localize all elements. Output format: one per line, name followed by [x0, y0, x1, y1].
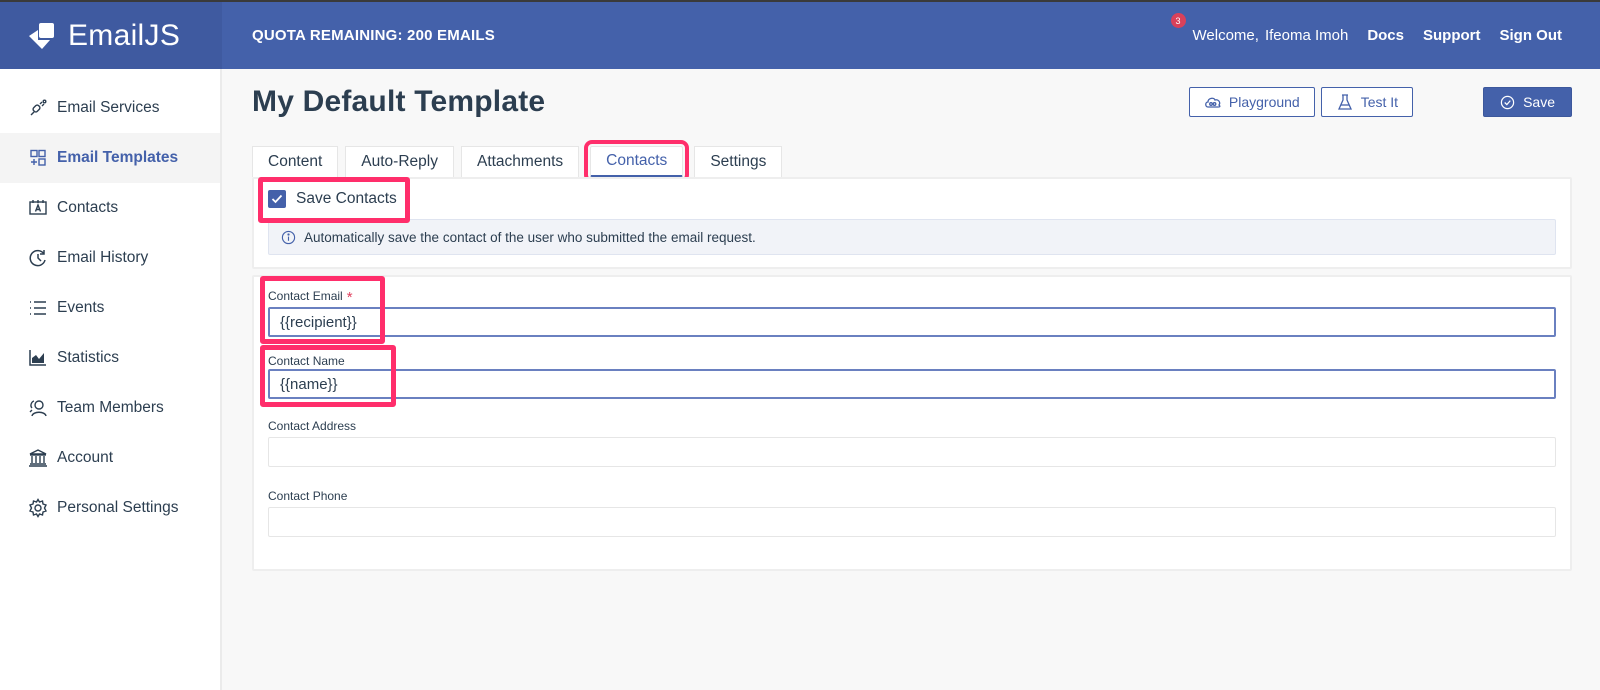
brand-logo[interactable]: EmailJS: [0, 2, 222, 69]
tab-contacts[interactable]: Contacts: [584, 140, 690, 183]
save-contacts-label: Save Contacts: [296, 190, 397, 207]
sidebar-item-label: Email Services: [57, 99, 160, 116]
contact-email-label: Contact Email *: [268, 289, 1556, 306]
sidebar-item-label: Statistics: [57, 349, 120, 366]
playground-label: Playground: [1228, 94, 1300, 110]
contact-address-label: Contact Address: [268, 419, 357, 433]
sidebar-item-label: Personal Settings: [57, 499, 179, 516]
sidebar-item-label: Team Members: [57, 399, 164, 416]
contacts-icon: [29, 200, 47, 215]
sidebar-item-label: Contacts: [57, 199, 119, 216]
required-marker: *: [346, 289, 353, 306]
contact-fields-panel: Contact Email* Contact Name Contact Addr…: [252, 275, 1572, 571]
main-content: My Default Template Playground Test It S…: [252, 69, 1572, 571]
contact-phone-field: Contact Phone: [268, 467, 1556, 537]
sidebar-item-label: Account: [57, 449, 114, 466]
sidebar-item-label: Events: [57, 299, 105, 316]
team-icon: [29, 400, 47, 417]
history-icon: [29, 249, 46, 267]
check-icon: [271, 194, 283, 204]
sidebar-item-personal-settings[interactable]: Personal Settings: [0, 483, 220, 533]
cloud-icon: [1204, 97, 1221, 108]
bank-icon: [29, 449, 47, 467]
support-link[interactable]: Support: [1423, 27, 1481, 44]
plug-icon: [30, 99, 47, 116]
contact-name-label: Contact Name: [268, 354, 345, 368]
contact-email-field: Contact Email *: [260, 276, 1556, 344]
flask-icon: [1337, 94, 1352, 110]
template-tabs: Content Auto-Reply Attachments Contacts …: [252, 140, 1572, 183]
sidebar-item-contacts[interactable]: Contacts: [0, 183, 220, 233]
sidebar-item-email-templates[interactable]: Email Templates: [0, 133, 220, 183]
save-label: Save: [1523, 94, 1555, 110]
sidebar-item-label: Email History: [57, 249, 149, 266]
contact-email-input[interactable]: [268, 307, 1556, 337]
test-it-button[interactable]: Test It: [1320, 87, 1414, 117]
tab-content[interactable]: Content: [252, 146, 339, 177]
sign-out-link[interactable]: Sign Out: [1500, 27, 1563, 44]
contact-name-field: Contact Name: [260, 337, 1556, 407]
contact-phone-label: Contact Phone: [268, 489, 348, 503]
emailjs-logo-icon: [29, 22, 54, 49]
save-button[interactable]: Save: [1483, 87, 1572, 117]
check-circle-icon: [1500, 95, 1515, 109]
templates-icon: [30, 149, 46, 166]
save-contacts-panel: Save Contacts Automatically save the con…: [252, 177, 1572, 269]
playground-button[interactable]: Playground: [1188, 87, 1315, 117]
save-contacts-checkbox[interactable]: [268, 190, 286, 208]
contact-address-input[interactable]: [268, 437, 1556, 467]
contact-phone-input[interactable]: [268, 507, 1556, 537]
info-banner: Automatically save the contact of the us…: [268, 219, 1556, 255]
notifications[interactable]: 3 Welcome, Ifeoma Imoh: [1170, 13, 1349, 44]
sidebar-item-email-history[interactable]: Email History: [0, 233, 220, 283]
sidebar-item-label: Email Templates: [57, 149, 179, 166]
sidebar-item-statistics[interactable]: Statistics: [0, 333, 220, 383]
welcome-text: Welcome, Ifeoma Imoh: [1193, 27, 1349, 44]
tab-settings[interactable]: Settings: [694, 146, 783, 177]
sidebar-item-email-services[interactable]: Email Services: [0, 83, 220, 133]
page-title: My Default Template: [252, 85, 546, 118]
contact-email-label-text: Contact Email: [268, 289, 343, 303]
tab-auto-reply[interactable]: Auto-Reply: [345, 146, 454, 177]
test-it-label: Test It: [1360, 94, 1399, 110]
brand-name: EmailJS: [68, 18, 181, 52]
sidebar-item-team-members[interactable]: Team Members: [0, 383, 220, 433]
top-header: EmailJS QUOTA REMAINING: 200 EMAILS 3 We…: [0, 2, 1600, 69]
notification-badge[interactable]: 3: [1170, 13, 1186, 28]
contact-name-input[interactable]: [268, 369, 1556, 399]
user-name: Ifeoma Imoh: [1264, 27, 1349, 44]
info-text: Automatically save the contact of the us…: [304, 229, 756, 245]
info-icon: [281, 230, 296, 244]
chart-icon: [29, 350, 46, 366]
contact-address-field: Contact Address: [268, 399, 1556, 467]
welcome-label: Welcome,: [1192, 27, 1259, 44]
sidebar-item-account[interactable]: Account: [0, 433, 220, 483]
tab-attachments[interactable]: Attachments: [460, 146, 580, 177]
sidebar: Email Services Email Templates Contacts …: [0, 69, 222, 690]
docs-link[interactable]: Docs: [1367, 27, 1404, 44]
list-icon: [30, 301, 46, 315]
gear-icon: [29, 498, 47, 518]
quota-remaining: QUOTA REMAINING: 200 EMAILS: [252, 27, 495, 44]
sidebar-item-events[interactable]: Events: [0, 283, 220, 333]
